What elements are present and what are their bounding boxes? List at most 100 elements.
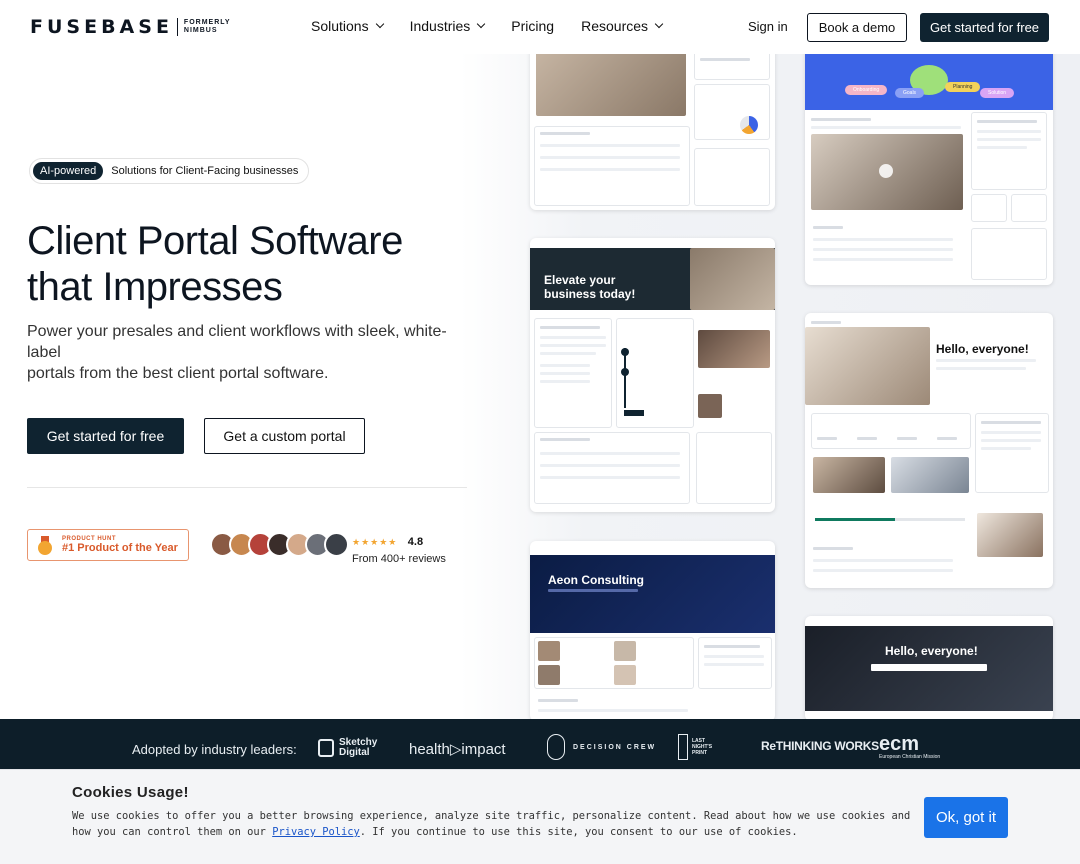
chevron-down-icon <box>477 19 486 29</box>
industry-logos-bar: Adopted by industry leaders: Sketchy Dig… <box>0 719 1080 769</box>
hero-subtitle-line-3: portals from the best client portal soft… <box>27 365 329 382</box>
reviews-count: From 400+ reviews <box>352 553 446 565</box>
book-demo-button[interactable]: Book a demo <box>807 13 907 42</box>
logo-sketchy-digital: Sketchy Digital <box>318 738 383 758</box>
main-nav: Solutions Industries Pricing Resources <box>311 18 689 34</box>
rating-summary: ★★★★★ 4.8 From 400+ reviews <box>352 532 446 565</box>
avatar <box>324 532 349 557</box>
mockup-card-hello: Hello, everyone! <box>805 313 1053 588</box>
sign-in-link[interactable]: Sign in <box>748 19 788 34</box>
adopted-label: Adopted by industry leaders: <box>132 742 297 757</box>
chevron-down-icon <box>654 19 664 29</box>
team-photo <box>698 330 770 368</box>
timeline-dot <box>621 348 629 356</box>
nav-solutions[interactable]: Solutions <box>311 18 384 34</box>
mockup-card-elevate: Elevate your business today! <box>530 238 775 512</box>
team-photo <box>813 457 885 493</box>
pie-icon <box>740 116 758 134</box>
mockup-card-meeting <box>530 40 775 210</box>
chevron-down-icon <box>375 19 384 29</box>
logo-health-impact-text: health▷impact <box>409 741 506 758</box>
logo-ecm: ecm European Christian Mission <box>879 734 940 760</box>
reviewer-avatars <box>210 532 349 557</box>
hero-title-line-2: that Impresses <box>27 265 283 309</box>
mockup-chart-panel <box>694 84 770 140</box>
nav-pricing-label: Pricing <box>511 18 555 34</box>
logo-divider <box>176 18 178 36</box>
logo-ecm-subtitle: European Christian Mission <box>879 754 941 760</box>
cookie-title: Cookies Usage! <box>72 784 189 801</box>
hello-heading: Hello, everyone! <box>936 342 1029 356</box>
last-night-print-icon <box>678 734 688 760</box>
mockup-icon-tiles <box>811 413 971 449</box>
mockup-card-aeon: Aeon Consulting <box>530 541 775 721</box>
mockup-whiteboard <box>971 228 1047 280</box>
pill-text: Solutions for Client-Facing businesses <box>111 165 299 177</box>
privacy-policy-link[interactable]: Privacy Policy <box>272 826 360 838</box>
hello-dark-heading: Hello, everyone! <box>885 644 978 658</box>
man-headset-photo <box>690 248 775 310</box>
hero-subtitle-line-1: Power your presales and client workflows… <box>27 323 447 340</box>
mockup-card-hello-dark: Hello, everyone! <box>805 616 1053 721</box>
cookie-accept-button[interactable]: Ok, got it <box>924 797 1008 838</box>
mockup-calendar <box>534 432 690 504</box>
aeon-banner-text: Aeon Consulting <box>548 573 644 587</box>
person-photo <box>698 394 722 418</box>
cookie-banner: Cookies Usage! We use cookies to offer y… <box>0 769 1080 864</box>
logo-formerly: FORMERLY NIMBUS <box>184 19 231 35</box>
mockup-card-onboarding: Onboarding Goals Planning Solution <box>805 40 1053 285</box>
mockup-chat-panel <box>696 432 772 504</box>
progress-fill <box>815 518 895 521</box>
site-header: FUSEBASE FORMERLY NIMBUS Solutions Indus… <box>0 0 1080 54</box>
mockup-calendar <box>534 126 690 206</box>
mockup-text-panel <box>971 112 1047 190</box>
cookie-text-outro: . If you continue to use this site, you … <box>359 826 798 838</box>
star-rating-icon: ★★★★★ <box>352 537 398 547</box>
mockup-button <box>624 410 644 416</box>
navy-banner <box>530 555 775 633</box>
divider <box>27 487 467 488</box>
mockup-tile-invoices <box>1011 194 1047 222</box>
logo-health-impact: health▷impact <box>409 740 506 758</box>
chart-photo <box>891 457 969 493</box>
ai-solutions-pill: AI-powered Solutions for Client-Facing b… <box>29 158 310 184</box>
woman-video-photo <box>977 513 1043 557</box>
logo-rethinking-works-text: ReTHINKING WORKS <box>761 739 879 753</box>
logo-last-night-print-text: LAST NIGHT'S PRINT <box>692 738 713 756</box>
logo-last-night-print: LAST NIGHT'S PRINT <box>678 734 712 760</box>
tag-onboarding: Onboarding <box>845 85 888 95</box>
sketchy-s-icon <box>318 739 334 757</box>
mockup-whiteboard <box>694 148 770 206</box>
logo-ecm-text: ecm <box>879 733 920 755</box>
product-hunt-title: #1 Product of the Year <box>62 542 178 554</box>
mockup-tile-meetings <box>971 194 1007 222</box>
hero-title: Client Portal Software that Impresses <box>27 218 467 310</box>
nav-pricing[interactable]: Pricing <box>511 18 554 34</box>
nav-resources-label: Resources <box>581 18 649 34</box>
tile-photo <box>538 641 560 661</box>
ai-powered-badge: AI-powered <box>33 162 104 180</box>
medal-icon <box>38 536 52 555</box>
tile-photo <box>614 641 636 661</box>
mockup-text-panel <box>975 413 1049 493</box>
hero-subtitle-line-2: label <box>27 344 61 361</box>
nav-industries-label: Industries <box>409 18 471 34</box>
tag-planning: Planning <box>945 82 981 92</box>
hero-get-started-button[interactable]: Get started for free <box>27 418 184 454</box>
nav-resources[interactable]: Resources <box>581 18 664 34</box>
custom-portal-button[interactable]: Get a custom portal <box>204 418 365 454</box>
women-laptop-photo <box>805 327 930 405</box>
fusebase-logo[interactable]: FUSEBASE FORMERLY NIMBUS <box>30 16 231 38</box>
timeline-line <box>624 348 626 408</box>
timeline-dot <box>621 368 629 376</box>
logo-sketchy-digital-text: Sketchy Digital <box>339 737 378 758</box>
logo-formerly-name: NIMBUS <box>183 27 218 34</box>
play-icon <box>879 164 893 178</box>
elevate-banner-text: Elevate your business today! <box>544 273 636 301</box>
nav-industries[interactable]: Industries <box>409 18 486 34</box>
tag-goals: Goals <box>895 88 925 98</box>
product-hunt-badge[interactable]: PRODUCT HUNT #1 Product of the Year <box>27 529 189 561</box>
header-get-started-button[interactable]: Get started for free <box>920 13 1049 42</box>
nav-solutions-label: Solutions <box>311 18 369 34</box>
hero-subtitle: Power your presales and client workflows… <box>27 321 467 384</box>
